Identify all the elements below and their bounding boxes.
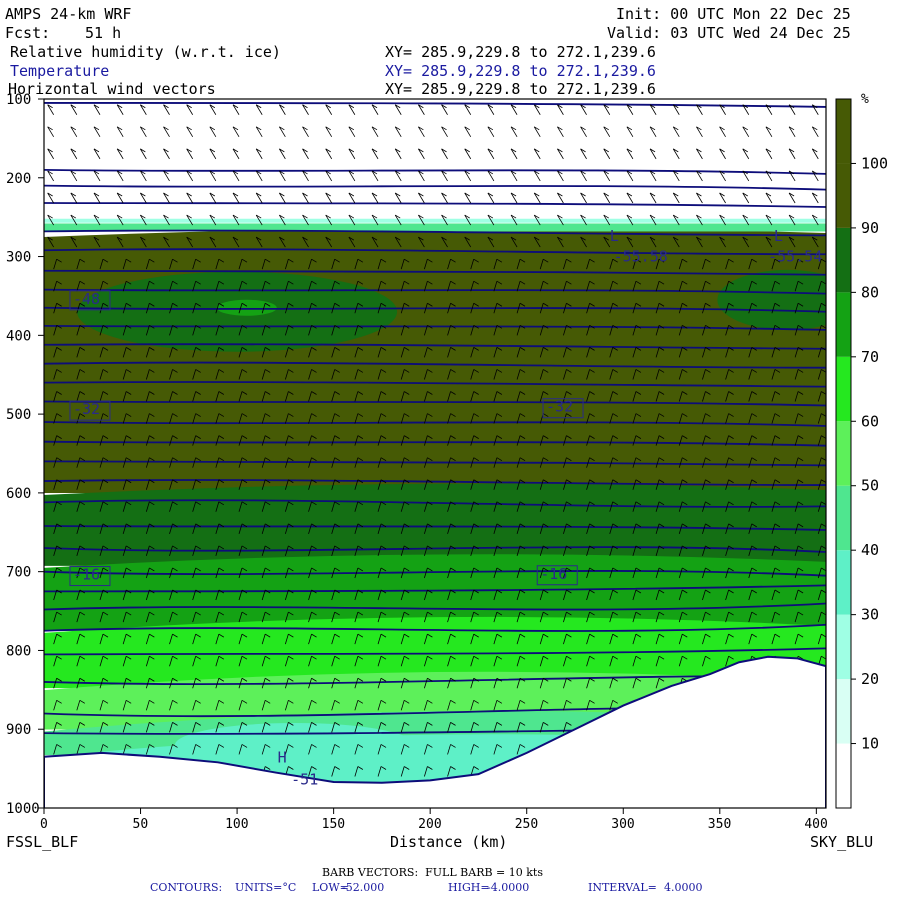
extremum-label: L xyxy=(774,227,783,245)
y-tick-label: 500 xyxy=(6,407,31,423)
colorbar-tick-label: 90 xyxy=(861,219,879,237)
y-tick-label: 400 xyxy=(6,328,31,344)
y-tick-label: 100 xyxy=(6,92,31,108)
extremum-label: L xyxy=(610,227,619,245)
temperature-label: -32 xyxy=(546,398,573,416)
high-value: -4.0000 xyxy=(487,881,530,894)
high-label: HIGH= xyxy=(448,881,490,894)
x-tick-label: 150 xyxy=(322,817,345,832)
colorbar-swatch xyxy=(836,292,851,357)
y-tick-label: 800 xyxy=(6,643,31,659)
x-tick-label: 300 xyxy=(611,817,634,832)
y-tick-label: 600 xyxy=(6,486,31,502)
contours-units: UNITS=°C xyxy=(235,881,297,894)
colorbar-tick-label: 50 xyxy=(861,477,879,495)
interval-value: 4.0000 xyxy=(664,881,703,894)
x-axis-label: Distance (km) xyxy=(390,833,507,851)
colorbar-swatch xyxy=(836,485,851,551)
cross-section-chart: L LH-48-32 -32-16 -16-55.58 -55.54-511002003… xyxy=(6,92,888,851)
x-tick-label: 50 xyxy=(133,817,149,832)
colorbar-unit: % xyxy=(861,92,869,107)
colorbar-tick-label: 100 xyxy=(861,154,888,172)
x-tick-label: 350 xyxy=(708,817,731,832)
y-tick-label: 900 xyxy=(6,722,31,738)
temperature-label: -32 xyxy=(73,400,100,418)
colorbar-tick-label: 60 xyxy=(861,412,879,430)
y-tick-label: 1000 xyxy=(6,801,40,817)
left-endpoint-label: FSSL_BLF xyxy=(6,833,78,851)
colorbar-swatch xyxy=(836,743,851,808)
colorbar-tick-label: 70 xyxy=(861,348,879,366)
x-tick-label: 100 xyxy=(225,817,248,832)
temperature-label: -51 xyxy=(291,770,318,788)
colorbar-swatch xyxy=(836,421,851,486)
temperature-label: -55.54 xyxy=(768,247,822,265)
rh-band-100 xyxy=(44,227,826,494)
interval-label: INTERVAL= xyxy=(588,881,657,894)
colorbar-swatch xyxy=(836,679,851,744)
rh-band-90 xyxy=(44,483,826,566)
x-tick-label: 0 xyxy=(40,817,48,832)
colorbar-tick-label: 10 xyxy=(861,735,879,753)
contours-label: CONTOURS: xyxy=(150,881,223,894)
temperature-label: -48 xyxy=(73,290,100,308)
y-tick-label: 300 xyxy=(6,250,31,266)
colorbar-tick-label: 80 xyxy=(861,283,879,301)
colorbar-swatch xyxy=(836,356,851,422)
y-tick-label: 200 xyxy=(6,171,31,187)
temperature-label: -16 xyxy=(73,566,100,584)
x-tick-label: 200 xyxy=(418,817,441,832)
colorbar-swatch xyxy=(836,163,851,228)
colorbar-swatch xyxy=(836,550,851,615)
x-tick-label: 400 xyxy=(804,817,827,832)
colorbar-swatch xyxy=(836,614,851,680)
colorbar-swatch xyxy=(836,99,851,164)
barb-note: BARB VECTORS: FULL BARB = 10 kts xyxy=(322,866,543,879)
temperature-label: -16 xyxy=(540,565,567,583)
x-tick-label: 250 xyxy=(515,817,538,832)
extremum-label: H xyxy=(278,748,287,766)
y-tick-label: 700 xyxy=(6,565,31,581)
colorbar-tick-label: 40 xyxy=(861,541,879,559)
low-value: -52.000 xyxy=(342,881,385,894)
colorbar-tick-label: 30 xyxy=(861,606,879,624)
colorbar-swatch xyxy=(836,227,851,293)
plot-area xyxy=(44,99,826,808)
colorbar-tick-label: 20 xyxy=(861,670,879,688)
temperature-label: -55.58 xyxy=(614,247,668,265)
right-endpoint-label: SKY_BLU xyxy=(810,833,873,851)
rh-band-edge-light xyxy=(44,218,826,223)
rh-patch-80 xyxy=(216,299,277,316)
